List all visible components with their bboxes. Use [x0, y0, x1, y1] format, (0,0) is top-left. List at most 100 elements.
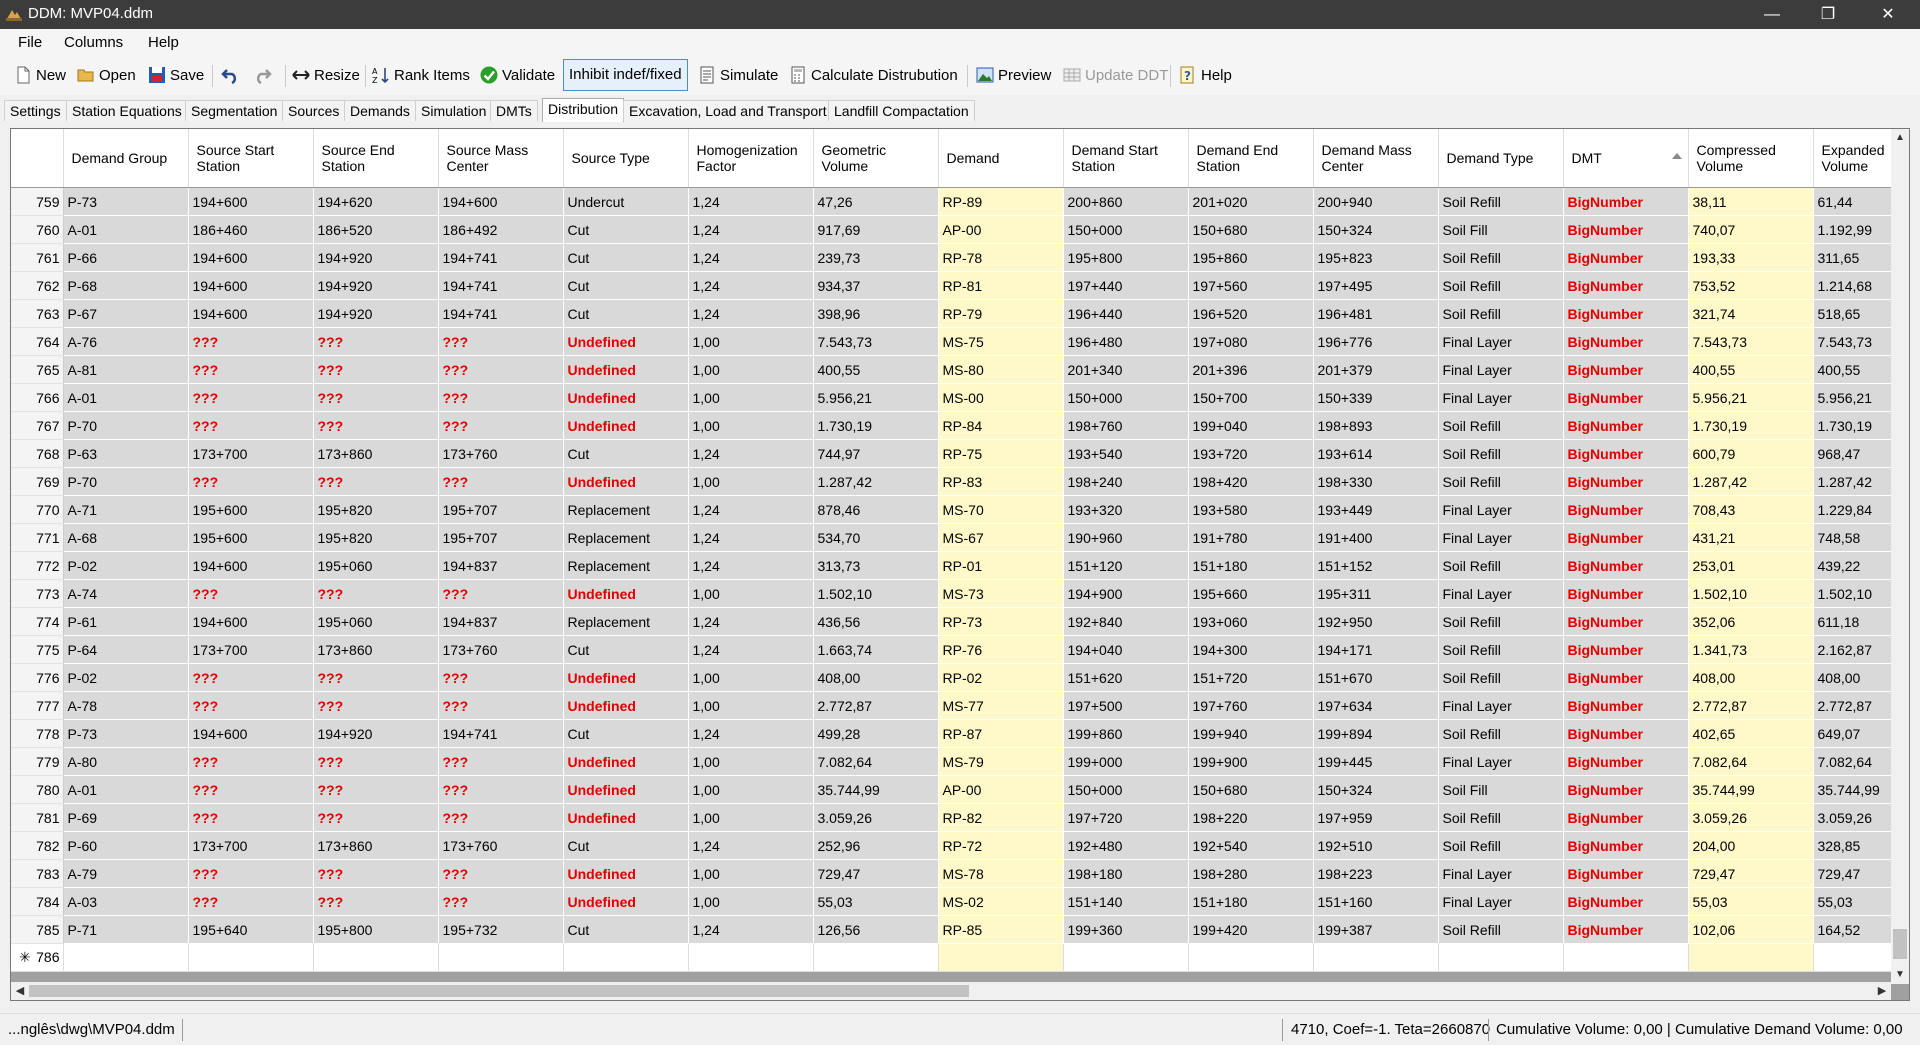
table-cell[interactable]: 201+379: [1313, 355, 1439, 384]
table-cell[interactable]: Replacement: [563, 607, 689, 636]
table-cell[interactable]: 400,55: [813, 355, 939, 384]
table-cell[interactable]: 195+660: [1188, 579, 1314, 608]
table-cell[interactable]: 1,24: [688, 635, 814, 664]
table-cell[interactable]: 194+600: [188, 719, 314, 748]
tab-dmts[interactable]: DMTs: [490, 100, 538, 121]
table-cell[interactable]: 194+600: [188, 243, 314, 272]
table-cell[interactable]: BigNumber: [1563, 299, 1689, 328]
table-cell[interactable]: Soil Refill: [1438, 439, 1564, 468]
table-cell[interactable]: 252,96: [813, 831, 939, 860]
table-cell[interactable]: 3.059,26: [813, 803, 939, 832]
table-cell[interactable]: ???: [188, 663, 314, 692]
table-cell[interactable]: 194+741: [438, 719, 564, 748]
tab-demands[interactable]: Demands: [344, 100, 416, 121]
table-cell[interactable]: 150+000: [1063, 215, 1189, 244]
table-cell[interactable]: Undefined: [563, 383, 689, 412]
table-cell[interactable]: 193+720: [1188, 439, 1314, 468]
table-cell[interactable]: BigNumber: [1563, 411, 1689, 440]
table-cell[interactable]: Soil Refill: [1438, 915, 1564, 944]
table-cell[interactable]: P-66: [63, 243, 189, 272]
table-cell[interactable]: 408,00: [813, 663, 939, 692]
table-cell[interactable]: Undefined: [563, 467, 689, 496]
col-header-source-start-station[interactable]: Source Start Station: [188, 129, 314, 188]
tab-segmentation[interactable]: Segmentation: [185, 100, 284, 121]
table-cell[interactable]: Undefined: [563, 355, 689, 384]
table-cell[interactable]: 2.772,87: [813, 691, 939, 720]
table-cell[interactable]: Soil Refill: [1438, 467, 1564, 496]
table-cell[interactable]: A-03: [63, 887, 189, 916]
table-row[interactable]: 775 P-64 173+700 173+860 173+760 Cut 1,24 1.663…: [11, 635, 1894, 664]
table-cell[interactable]: 150+680: [1188, 215, 1314, 244]
table-cell[interactable]: Undefined: [563, 775, 689, 804]
table-cell[interactable]: 2.772,87: [1688, 691, 1814, 720]
table-cell[interactable]: 194+600: [188, 299, 314, 328]
table-cell[interactable]: 1,24: [688, 187, 814, 216]
table-cell[interactable]: RP-75: [938, 439, 1064, 468]
table-cell[interactable]: 198+280: [1188, 859, 1314, 888]
minimize-button[interactable]: —: [1744, 0, 1800, 29]
scroll-down-icon[interactable]: ▼: [1891, 966, 1909, 984]
table-cell[interactable]: Cut: [563, 915, 689, 944]
table-cell[interactable]: MS-70: [938, 495, 1064, 524]
table-cell[interactable]: BigNumber: [1563, 915, 1689, 944]
new-row-cell[interactable]: [1688, 943, 1814, 972]
table-cell[interactable]: Soil Refill: [1438, 411, 1564, 440]
table-cell[interactable]: 198+223: [1313, 859, 1439, 888]
table-cell[interactable]: 239,73: [813, 243, 939, 272]
table-cell[interactable]: 518,65: [1813, 299, 1894, 328]
col-header-demand-start-station[interactable]: Demand Start Station: [1063, 129, 1189, 188]
table-row[interactable]: 764 A-76????????? Undefined 1,00 7.543,73 MS-…: [11, 327, 1894, 356]
new-row-cell[interactable]: [1063, 943, 1189, 972]
table-cell[interactable]: 197+500: [1063, 691, 1189, 720]
new-button[interactable]: New: [14, 64, 66, 88]
table-cell[interactable]: 196+520: [1188, 299, 1314, 328]
new-row-cell[interactable]: [1313, 943, 1439, 972]
table-cell[interactable]: 193+320: [1063, 495, 1189, 524]
table-row[interactable]: 771 A-68 195+600 195+820 195+707 Replacement 1…: [11, 523, 1894, 552]
table-row[interactable]: 781 P-69????????? Undefined 1,00 3.059,26 RP-…: [11, 803, 1894, 832]
table-cell[interactable]: A-71: [63, 495, 189, 524]
table-cell[interactable]: 194+741: [438, 243, 564, 272]
table-cell[interactable]: 173+760: [438, 439, 564, 468]
table-cell[interactable]: 1,24: [688, 607, 814, 636]
table-cell[interactable]: 199+860: [1063, 719, 1189, 748]
undo-button[interactable]: [221, 64, 243, 88]
table-cell[interactable]: 195+640: [188, 915, 314, 944]
table-cell[interactable]: 729,47: [1688, 859, 1814, 888]
table-row[interactable]: 778 P-73 194+600 194+920 194+741 Cut 1,24 499,2…: [11, 719, 1894, 748]
table-cell[interactable]: 47,26: [813, 187, 939, 216]
table-row[interactable]: 783 A-79????????? Undefined 1,00 729,47 MS-78…: [11, 859, 1894, 888]
table-cell[interactable]: 1.287,42: [1813, 467, 1894, 496]
table-cell[interactable]: 150+000: [1063, 383, 1189, 412]
table-cell[interactable]: P-73: [63, 187, 189, 216]
table-cell[interactable]: ???: [188, 859, 314, 888]
table-cell[interactable]: 7.082,64: [813, 747, 939, 776]
table-cell[interactable]: Soil Refill: [1438, 719, 1564, 748]
table-cell[interactable]: ???: [313, 327, 439, 356]
table-cell[interactable]: BigNumber: [1563, 607, 1689, 636]
table-cell[interactable]: 1.730,19: [1813, 411, 1894, 440]
table-cell[interactable]: 194+300: [1188, 635, 1314, 664]
table-cell[interactable]: ???: [438, 355, 564, 384]
table-row[interactable]: 776 P-02????????? Undefined 1,00 408,00 RP-02…: [11, 663, 1894, 692]
menu-help[interactable]: Help: [148, 34, 179, 51]
table-cell[interactable]: 7.543,73: [1688, 327, 1814, 356]
table-cell[interactable]: Undefined: [563, 747, 689, 776]
table-cell[interactable]: 1.730,19: [813, 411, 939, 440]
table-cell[interactable]: 1.502,10: [813, 579, 939, 608]
table-row[interactable]: 766 A-01????????? Undefined 1,00 5.956,21 MS-…: [11, 383, 1894, 412]
table-cell[interactable]: 194+920: [313, 271, 439, 300]
table-cell[interactable]: 1,00: [688, 327, 814, 356]
table-cell[interactable]: 195+600: [188, 523, 314, 552]
table-cell[interactable]: 186+520: [313, 215, 439, 244]
table-cell[interactable]: 194+920: [313, 719, 439, 748]
horizontal-scrollbar[interactable]: ◀ ▶: [11, 982, 1891, 1000]
table-cell[interactable]: 198+420: [1188, 467, 1314, 496]
open-button[interactable]: Open: [77, 64, 136, 88]
table-cell[interactable]: 917,69: [813, 215, 939, 244]
table-row[interactable]: 777 A-78????????? Undefined 1,00 2.772,87 MS-…: [11, 691, 1894, 720]
table-cell[interactable]: ???: [438, 747, 564, 776]
table-cell[interactable]: ???: [188, 803, 314, 832]
table-cell[interactable]: 173+760: [438, 635, 564, 664]
table-cell[interactable]: 194+837: [438, 551, 564, 580]
